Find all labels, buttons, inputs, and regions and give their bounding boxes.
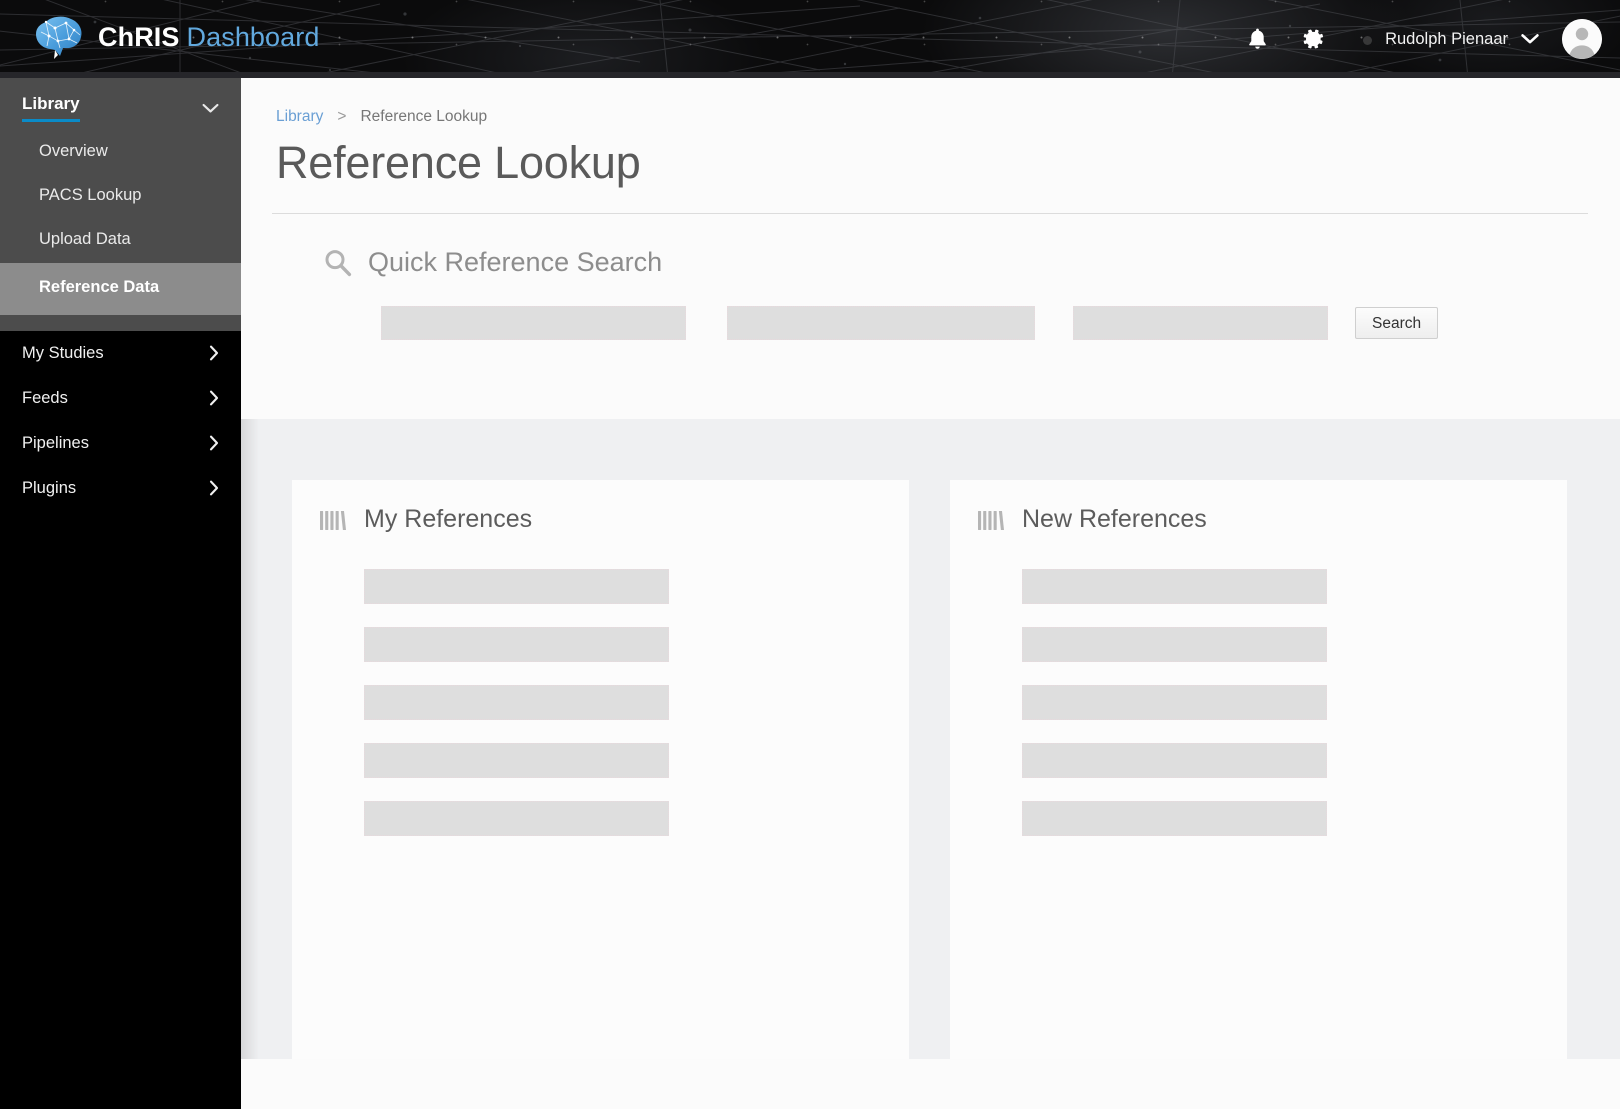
search-input-1[interactable] xyxy=(381,306,686,341)
card-new-references-header: New References xyxy=(950,507,1567,532)
brand-wordmark: ChRIS Dashboard xyxy=(98,21,320,52)
content-body: My References New References xyxy=(241,419,1620,1060)
brain-logo-icon xyxy=(36,16,82,59)
brand-name-primary: ChRIS xyxy=(98,21,180,52)
card-new-references: New References xyxy=(950,480,1567,1060)
quick-search-fields: Search xyxy=(241,306,1620,341)
breadcrumb-separator: > xyxy=(337,108,347,125)
list-item[interactable] xyxy=(1022,801,1327,837)
list-item[interactable] xyxy=(1022,685,1327,721)
brand-name-secondary: Dashboard xyxy=(186,21,320,52)
books-shelf-icon xyxy=(978,511,1004,531)
breadcrumb-current: Reference Lookup xyxy=(360,108,488,125)
chevron-right-icon xyxy=(209,480,219,496)
sidebar: Library Overview PACS Lookup Upload Data… xyxy=(0,78,241,1109)
sidebar-group-library: Library Overview PACS Lookup Upload Data… xyxy=(0,78,241,331)
chevron-right-icon xyxy=(209,435,219,451)
chevron-right-icon xyxy=(209,390,219,406)
chevron-right-icon xyxy=(209,345,219,361)
breadcrumb: Library > Reference Lookup xyxy=(276,108,1620,126)
sidebar-item-plugins-label: Plugins xyxy=(22,478,77,497)
quick-search-label: Quick Reference Search xyxy=(368,247,663,278)
sidebar-item-my-studies-label: My Studies xyxy=(22,343,104,362)
sidebar-item-feeds[interactable]: Feeds xyxy=(0,376,241,421)
chevron-down-icon xyxy=(1521,34,1539,44)
user-status-dot xyxy=(1363,36,1373,45)
card-my-references-header: My References xyxy=(292,507,909,532)
page-title: Reference Lookup xyxy=(276,137,641,188)
list-item[interactable] xyxy=(364,569,669,605)
card-new-references-rows xyxy=(950,569,1567,837)
sidebar-item-pipelines-label: Pipelines xyxy=(22,433,89,452)
page-header: Library > Reference Lookup Reference Loo… xyxy=(241,78,1620,192)
card-my-references-title: My References xyxy=(364,505,533,534)
sidebar-item-reference-data[interactable]: Reference Data xyxy=(0,262,241,315)
quick-search-heading: Quick Reference Search xyxy=(241,248,1620,277)
card-new-references-title: New References xyxy=(1022,505,1207,534)
gear-icon[interactable] xyxy=(1285,0,1341,78)
list-item[interactable] xyxy=(1022,627,1327,663)
sidebar-group-spacer xyxy=(0,314,241,329)
list-item[interactable] xyxy=(364,801,669,837)
user-avatar-icon xyxy=(1562,19,1602,59)
search-icon xyxy=(325,250,352,277)
sidebar-item-upload-data[interactable]: Upload Data xyxy=(0,219,241,263)
search-input-2[interactable] xyxy=(727,306,1035,341)
list-item[interactable] xyxy=(364,685,669,721)
header-actions: Rudolph Pienaar xyxy=(1229,0,1602,78)
books-shelf-icon xyxy=(320,511,346,531)
sidebar-group-library-label: Library xyxy=(22,94,80,122)
top-header: ChRIS Dashboard Rudolph Pienaar xyxy=(0,0,1620,78)
card-my-references: My References xyxy=(292,480,909,1060)
breadcrumb-link-library[interactable]: Library xyxy=(276,108,323,126)
sidebar-item-plugins[interactable]: Plugins xyxy=(0,466,241,511)
app-root: ChRIS Dashboard Rudolph Pienaar Library … xyxy=(0,0,1620,1109)
sidebar-item-overview[interactable]: Overview xyxy=(0,131,241,175)
sidebar-item-pacs-lookup[interactable]: PACS Lookup xyxy=(0,175,241,219)
main-content: Library > Reference Lookup Reference Loo… xyxy=(241,78,1620,1109)
chevron-down-icon xyxy=(202,103,219,112)
card-my-references-rows xyxy=(292,569,909,837)
search-button[interactable]: Search xyxy=(1355,307,1439,340)
sidebar-item-feeds-label: Feeds xyxy=(22,388,68,407)
sidebar-item-my-studies[interactable]: My Studies xyxy=(0,331,241,376)
search-input-3[interactable] xyxy=(1073,306,1328,341)
avatar[interactable] xyxy=(1562,19,1602,59)
list-item[interactable] xyxy=(1022,743,1327,779)
list-item[interactable] xyxy=(364,627,669,663)
list-item[interactable] xyxy=(1022,569,1327,605)
bell-icon[interactable] xyxy=(1229,0,1285,78)
sidebar-group-library-header[interactable]: Library xyxy=(0,78,241,131)
list-item[interactable] xyxy=(364,743,669,779)
reference-cards-row: My References New References xyxy=(241,480,1620,1060)
sidebar-item-pipelines[interactable]: Pipelines xyxy=(0,421,241,466)
brand-logo-area[interactable]: ChRIS Dashboard xyxy=(33,14,320,60)
quick-search-panel: Quick Reference Search Search xyxy=(241,214,1620,420)
user-name-label: Rudolph Pienaar xyxy=(1385,29,1508,48)
user-menu[interactable]: Rudolph Pienaar xyxy=(1341,0,1553,78)
